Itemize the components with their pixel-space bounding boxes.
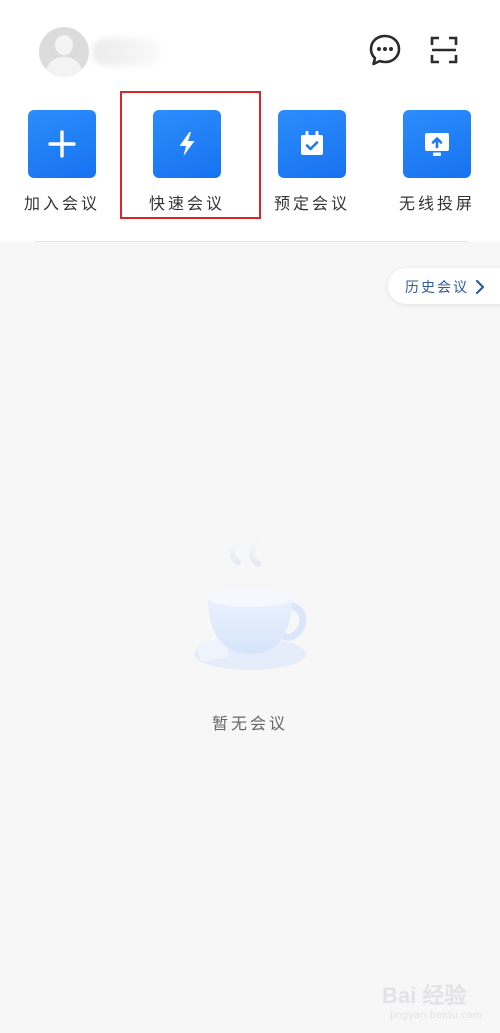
screen-cast-icon	[425, 133, 449, 156]
history-meetings-label: 历史会议	[405, 280, 469, 296]
watermark-logo: Bai 经验	[382, 983, 467, 1008]
wireless-cast-tile[interactable]	[403, 110, 471, 178]
join-meeting-label: 加入会议	[23, 194, 100, 213]
history-meetings-button[interactable]: 历史会议	[388, 268, 500, 304]
join-meeting-tile[interactable]	[28, 110, 96, 178]
wireless-cast-label: 无线投屏	[398, 194, 475, 213]
username-blurred	[92, 38, 160, 66]
empty-state-text: 暂无会议	[211, 714, 288, 733]
avatar[interactable]	[39, 27, 89, 77]
top-panel: 加入会议 快速会议 预定会议 无线投屏	[0, 0, 500, 242]
schedule-meeting-label: 预定会议	[273, 194, 350, 213]
highlight-annotation-box	[120, 91, 261, 219]
scan-icon[interactable]	[427, 33, 461, 67]
coffee-cup-illustration	[188, 528, 312, 678]
schedule-meeting-tile[interactable]	[278, 110, 346, 178]
avatar-shoulders	[46, 57, 82, 77]
schedule-meeting-button[interactable]: 预定会议	[262, 110, 362, 220]
calendar-check-icon	[301, 131, 323, 155]
avatar-head	[55, 35, 73, 55]
join-meeting-button[interactable]: 加入会议	[12, 110, 112, 220]
watermark: Bai 经验 jingyan.baidu.com	[382, 978, 492, 1028]
chat-bubble-icon[interactable]	[368, 33, 402, 67]
wireless-cast-button[interactable]: 无线投屏	[387, 110, 487, 220]
chevron-right-icon	[475, 279, 485, 295]
plus-icon	[48, 130, 76, 158]
divider	[34, 241, 468, 242]
watermark-url: jingyan.baidu.com	[390, 1010, 483, 1021]
